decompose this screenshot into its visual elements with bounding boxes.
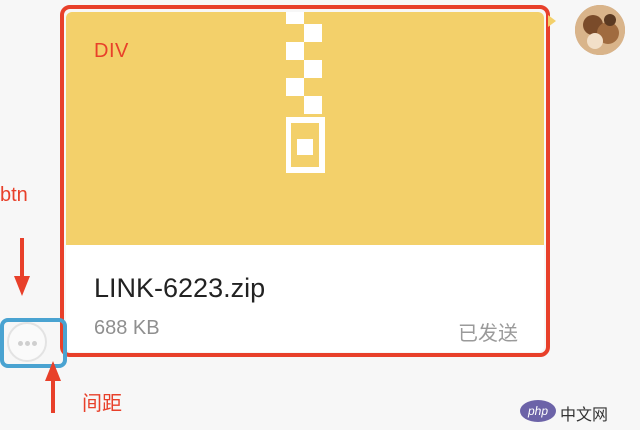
spacing-annotation-label: 间距 — [82, 393, 122, 415]
file-info: LINK-6223.zip 688 KB 已发送 — [66, 245, 544, 352]
file-status: 已发送 — [458, 323, 518, 345]
watermark-text: 中文网 — [560, 407, 609, 424]
zipper-icon — [286, 12, 325, 173]
div-annotation-label: DIV — [94, 40, 129, 62]
file-preview: DIV — [66, 12, 544, 245]
more-dot — [32, 341, 37, 346]
more-dots-icon — [18, 341, 23, 346]
more-options-button[interactable] — [7, 322, 47, 362]
btn-annotation-label: btn — [0, 184, 28, 206]
watermark: php 中文网 — [520, 400, 632, 424]
file-message-card[interactable]: DIV LINK-6223.zip 688 KB 已发送 — [66, 12, 544, 352]
bubble-tail — [548, 15, 556, 27]
file-name: LINK-6223.zip — [94, 273, 266, 303]
avatar[interactable] — [575, 5, 625, 55]
file-size: 688 KB — [94, 317, 160, 339]
more-dot — [25, 341, 30, 346]
arrow-down-icon — [14, 238, 30, 296]
avatar-image — [575, 5, 625, 55]
arrow-up-icon — [45, 361, 61, 413]
php-logo: php — [520, 400, 556, 422]
